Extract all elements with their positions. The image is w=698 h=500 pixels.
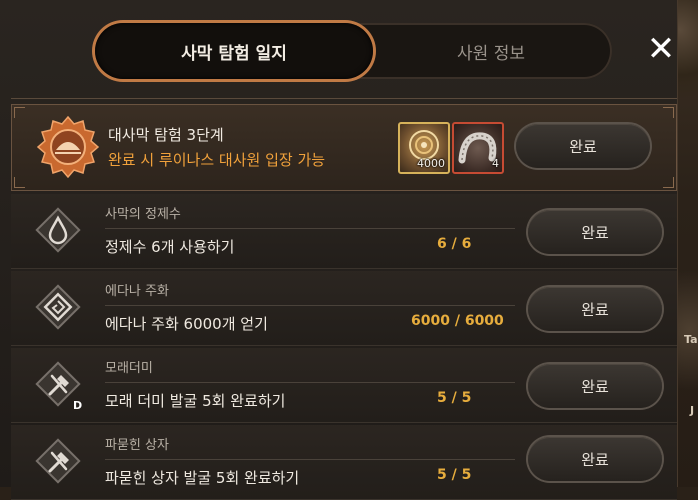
quest-description: 모래 더미 발굴 5회 완료하기 bbox=[105, 392, 286, 410]
reward-slot-worm[interactable]: 4 bbox=[452, 122, 504, 174]
tab-label: 사원 정보 bbox=[457, 43, 525, 64]
close-icon: ✕ bbox=[646, 29, 676, 69]
tab-label: 사막 탐험 일지 bbox=[181, 43, 287, 64]
main-quest-title: 대사막 탐험 3단계 bbox=[108, 126, 224, 144]
quest-category: 파묻힌 상자 bbox=[105, 438, 169, 453]
quest-description: 파묻힌 상자 발굴 5회 완료하기 bbox=[105, 469, 300, 487]
quest-progress: 5 / 5 bbox=[437, 467, 472, 483]
quest-progress: 5 / 5 bbox=[437, 390, 472, 406]
tab-temple-info[interactable]: 사원 정보 bbox=[353, 23, 629, 79]
quest-description: 정제수 6개 사용하기 bbox=[105, 238, 235, 256]
quest-row: 모래더미 모래 더미 발굴 5회 완료하기 5 / 5 완료 bbox=[11, 348, 677, 423]
quest-category: 사막의 정제수 bbox=[105, 207, 181, 222]
button-label: 완료 bbox=[581, 377, 609, 396]
tab-desert-journal[interactable]: 사막 탐험 일지 bbox=[95, 23, 373, 79]
complete-button[interactable]: 완료 bbox=[528, 364, 662, 408]
button-label: 완료 bbox=[581, 300, 609, 319]
quest-row: 파묻힌 상자 파묻힌 상자 발굴 5회 완료하기 5 / 5 완료 bbox=[11, 425, 677, 500]
water-drop-icon bbox=[35, 207, 81, 253]
complete-button[interactable]: 완료 bbox=[516, 124, 650, 168]
main-quest-row: 대사막 탐험 3단계 완료 시 루이나스 대사원 입장 가능 4000 4 완료 bbox=[11, 104, 677, 191]
row-divider bbox=[105, 228, 515, 229]
close-button[interactable]: ✕ bbox=[644, 32, 678, 66]
frame-corner bbox=[663, 107, 674, 118]
background-text-j: J bbox=[690, 404, 695, 417]
quest-category: 에다나 주화 bbox=[105, 284, 169, 299]
button-label: 완료 bbox=[569, 137, 597, 156]
reward-count: 4000 bbox=[417, 157, 445, 170]
row-divider bbox=[105, 305, 515, 306]
main-quest-subtitle: 완료 시 루이나스 대사원 입장 가능 bbox=[108, 151, 326, 169]
frame-corner bbox=[663, 177, 674, 188]
button-label: 완료 bbox=[581, 223, 609, 242]
exploration-journal-panel: 사원 정보 사막 탐험 일지 ✕ 대사막 탐험 3단계 완료 시 루이나스 대사… bbox=[0, 0, 678, 500]
complete-button[interactable]: 완료 bbox=[528, 437, 662, 481]
row-divider bbox=[105, 382, 515, 383]
reward-count: 4 bbox=[492, 157, 499, 170]
shovel-icon bbox=[35, 438, 81, 484]
quest-description: 에다나 주화 6000개 얻기 bbox=[105, 315, 268, 333]
quest-progress: 6 / 6 bbox=[437, 236, 472, 252]
reward-slot-gold[interactable]: 4000 bbox=[398, 122, 450, 174]
tab-bar: 사원 정보 사막 탐험 일지 bbox=[95, 23, 612, 79]
coin-spiral-icon bbox=[35, 284, 81, 330]
desert-emblem-icon bbox=[37, 116, 99, 178]
frame-corner bbox=[14, 107, 25, 118]
quest-row: 사막의 정제수 정제수 6개 사용하기 6 / 6 완료 bbox=[11, 194, 677, 269]
quest-category: 모래더미 bbox=[105, 361, 153, 376]
quest-row: 에다나 주화 에다나 주화 6000개 얻기 6000 / 6000 완료 bbox=[11, 271, 677, 346]
frame-corner bbox=[14, 177, 25, 188]
background-text-ta: Ta bbox=[684, 333, 698, 346]
background-text-d: D bbox=[73, 399, 83, 412]
button-label: 완료 bbox=[581, 450, 609, 469]
complete-button[interactable]: 완료 bbox=[528, 210, 662, 254]
row-divider bbox=[105, 459, 515, 460]
complete-button[interactable]: 완료 bbox=[528, 287, 662, 331]
quest-progress: 6000 / 6000 bbox=[411, 313, 504, 329]
